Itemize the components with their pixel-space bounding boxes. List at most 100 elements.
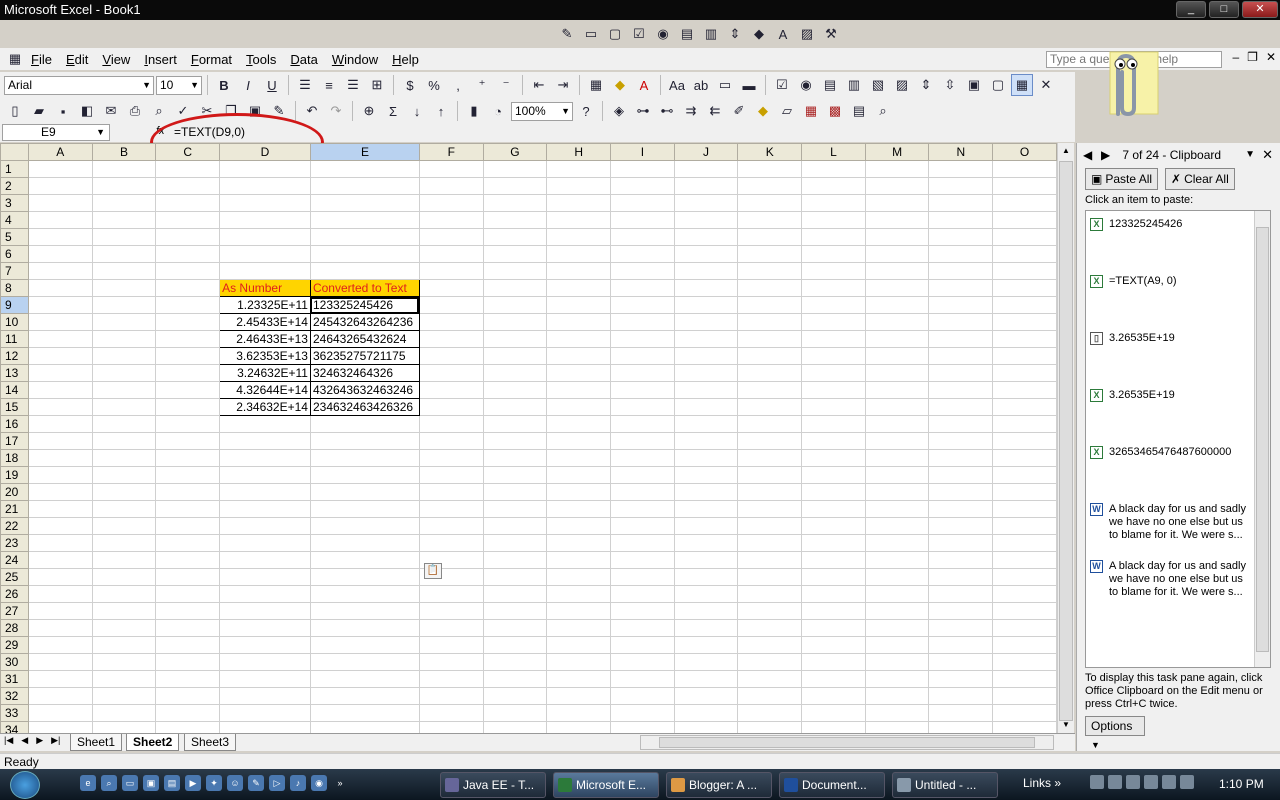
cell[interactable] bbox=[418, 466, 484, 484]
cell[interactable] bbox=[673, 687, 739, 705]
cell[interactable] bbox=[219, 721, 311, 733]
cell[interactable] bbox=[155, 466, 221, 484]
cell[interactable] bbox=[992, 602, 1057, 620]
cell[interactable] bbox=[309, 704, 420, 722]
cell[interactable] bbox=[610, 704, 675, 722]
cell[interactable] bbox=[864, 687, 930, 705]
cell[interactable] bbox=[219, 602, 311, 620]
cell[interactable] bbox=[155, 653, 221, 671]
cell[interactable] bbox=[864, 228, 930, 246]
row-header[interactable]: 25 bbox=[0, 568, 29, 586]
cell[interactable] bbox=[801, 160, 866, 178]
cell[interactable] bbox=[418, 704, 484, 722]
cell[interactable] bbox=[546, 330, 612, 348]
menu-file[interactable]: File bbox=[24, 50, 59, 69]
cell[interactable] bbox=[418, 364, 484, 382]
cell[interactable] bbox=[27, 483, 93, 501]
cell[interactable] bbox=[864, 602, 930, 620]
cell[interactable] bbox=[155, 211, 221, 229]
cell[interactable] bbox=[928, 483, 994, 501]
cell[interactable] bbox=[155, 500, 221, 518]
drawing-icon[interactable]: ◔ bbox=[487, 100, 509, 122]
redo-icon[interactable]: ↷ bbox=[325, 100, 347, 122]
cell[interactable] bbox=[546, 534, 612, 552]
cell[interactable] bbox=[155, 262, 221, 280]
row-header[interactable]: 1 bbox=[0, 160, 29, 178]
cell[interactable] bbox=[992, 721, 1057, 733]
cell[interactable] bbox=[27, 160, 93, 178]
cell[interactable] bbox=[155, 704, 221, 722]
cell[interactable] bbox=[992, 211, 1057, 229]
cell[interactable] bbox=[546, 449, 612, 467]
maximize-button[interactable]: □ bbox=[1209, 1, 1239, 18]
cell[interactable] bbox=[418, 670, 484, 688]
cell[interactable] bbox=[801, 415, 866, 433]
cell[interactable]: 2.34632E+14 bbox=[219, 398, 311, 416]
print-icon[interactable]: ⎙ bbox=[124, 100, 146, 122]
next-sheet-icon[interactable]: ▶ bbox=[36, 735, 43, 746]
cell[interactable] bbox=[27, 415, 93, 433]
column-header[interactable]: I bbox=[610, 143, 675, 161]
cell[interactable] bbox=[673, 245, 739, 263]
cell[interactable] bbox=[219, 670, 311, 688]
cell[interactable] bbox=[219, 160, 311, 178]
cell[interactable] bbox=[801, 194, 866, 212]
cell[interactable] bbox=[864, 313, 930, 331]
hscroll-thumb[interactable] bbox=[659, 737, 1035, 748]
text-style-icon[interactable]: Aa bbox=[666, 74, 688, 96]
cell[interactable] bbox=[155, 245, 221, 263]
cell[interactable] bbox=[309, 500, 420, 518]
cell[interactable] bbox=[610, 432, 675, 450]
cell[interactable] bbox=[27, 381, 93, 399]
cell[interactable] bbox=[418, 517, 484, 535]
cell[interactable] bbox=[992, 381, 1057, 399]
cell[interactable] bbox=[546, 381, 612, 399]
italic-button[interactable]: I bbox=[237, 74, 259, 96]
cell[interactable] bbox=[801, 721, 866, 733]
cell[interactable] bbox=[864, 449, 930, 467]
cell[interactable] bbox=[801, 347, 866, 365]
cell[interactable] bbox=[673, 653, 739, 671]
cell[interactable] bbox=[610, 653, 675, 671]
cell[interactable] bbox=[418, 245, 484, 263]
cell[interactable] bbox=[91, 415, 157, 433]
cell[interactable] bbox=[482, 619, 548, 637]
cell[interactable] bbox=[737, 279, 803, 297]
paint-icon[interactable]: ✎ bbox=[248, 775, 264, 791]
cell[interactable] bbox=[546, 721, 612, 733]
cell[interactable] bbox=[992, 262, 1057, 280]
cell[interactable] bbox=[864, 568, 930, 586]
cell[interactable] bbox=[418, 330, 484, 348]
cell[interactable] bbox=[27, 517, 93, 535]
scroll-bar-icon[interactable]: ⇕ bbox=[724, 23, 746, 45]
doc-close-button[interactable]: ✕ bbox=[1266, 50, 1276, 64]
clipboard-scrollbar[interactable] bbox=[1254, 211, 1270, 667]
cell[interactable] bbox=[801, 500, 866, 518]
cell[interactable] bbox=[801, 330, 866, 348]
cell[interactable] bbox=[27, 704, 93, 722]
cell[interactable] bbox=[737, 262, 803, 280]
cell[interactable] bbox=[27, 619, 93, 637]
cell[interactable] bbox=[673, 551, 739, 569]
cell[interactable] bbox=[992, 483, 1057, 501]
row-header[interactable]: 19 bbox=[0, 466, 29, 484]
cell[interactable] bbox=[928, 364, 994, 382]
cell[interactable] bbox=[546, 313, 612, 331]
cell[interactable] bbox=[546, 364, 612, 382]
percent-button[interactable]: % bbox=[423, 74, 445, 96]
close-icon[interactable]: ✕ bbox=[1262, 146, 1273, 164]
cell[interactable] bbox=[546, 585, 612, 603]
cell[interactable] bbox=[418, 177, 484, 195]
last-sheet-icon[interactable]: ▶| bbox=[51, 735, 60, 746]
cell[interactable] bbox=[992, 160, 1057, 178]
design-icon[interactable]: ✕ bbox=[1035, 74, 1057, 96]
cell[interactable] bbox=[737, 347, 803, 365]
cell[interactable] bbox=[418, 194, 484, 212]
clear-circles-icon[interactable]: ▩ bbox=[824, 100, 846, 122]
paste-options-icon[interactable]: 📋 bbox=[424, 563, 442, 579]
cell[interactable] bbox=[737, 432, 803, 450]
trace-precedents-icon[interactable]: ⇉ bbox=[680, 100, 702, 122]
cell[interactable] bbox=[801, 364, 866, 382]
cell[interactable] bbox=[91, 517, 157, 535]
row-header[interactable]: 3 bbox=[0, 194, 29, 212]
